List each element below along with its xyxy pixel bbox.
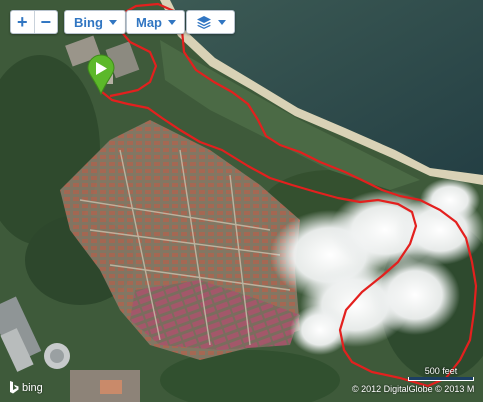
chevron-down-icon <box>108 20 117 25</box>
scale-bar: 500 feet <box>408 366 474 381</box>
map-type-dropdown[interactable]: Map <box>126 10 185 34</box>
copyright-text: © 2012 DigitalGlobe © 2013 M <box>352 384 475 394</box>
layers-dropdown[interactable] <box>186 10 235 34</box>
layers-icon <box>197 16 211 29</box>
zoom-out-button[interactable]: − <box>35 11 58 33</box>
chevron-down-icon <box>168 20 176 25</box>
zoom-control: + − <box>10 10 58 34</box>
bing-logo: bing <box>9 381 43 394</box>
chevron-down-icon <box>218 20 226 25</box>
map-type-label: Map <box>136 14 162 30</box>
map-view[interactable]: + − Bing Map bing 500 feet © 2012 Digita… <box>0 0 483 402</box>
scale-bar-line <box>408 377 474 381</box>
scale-bar-label: 500 feet <box>424 366 458 376</box>
zoom-in-button[interactable]: + <box>11 11 34 33</box>
bing-b-icon <box>10 381 19 394</box>
satellite-imagery <box>0 0 483 402</box>
imagery-source-dropdown[interactable]: Bing <box>64 10 126 34</box>
bing-logo-text: bing <box>22 381 43 394</box>
imagery-source-label: Bing <box>74 14 103 30</box>
